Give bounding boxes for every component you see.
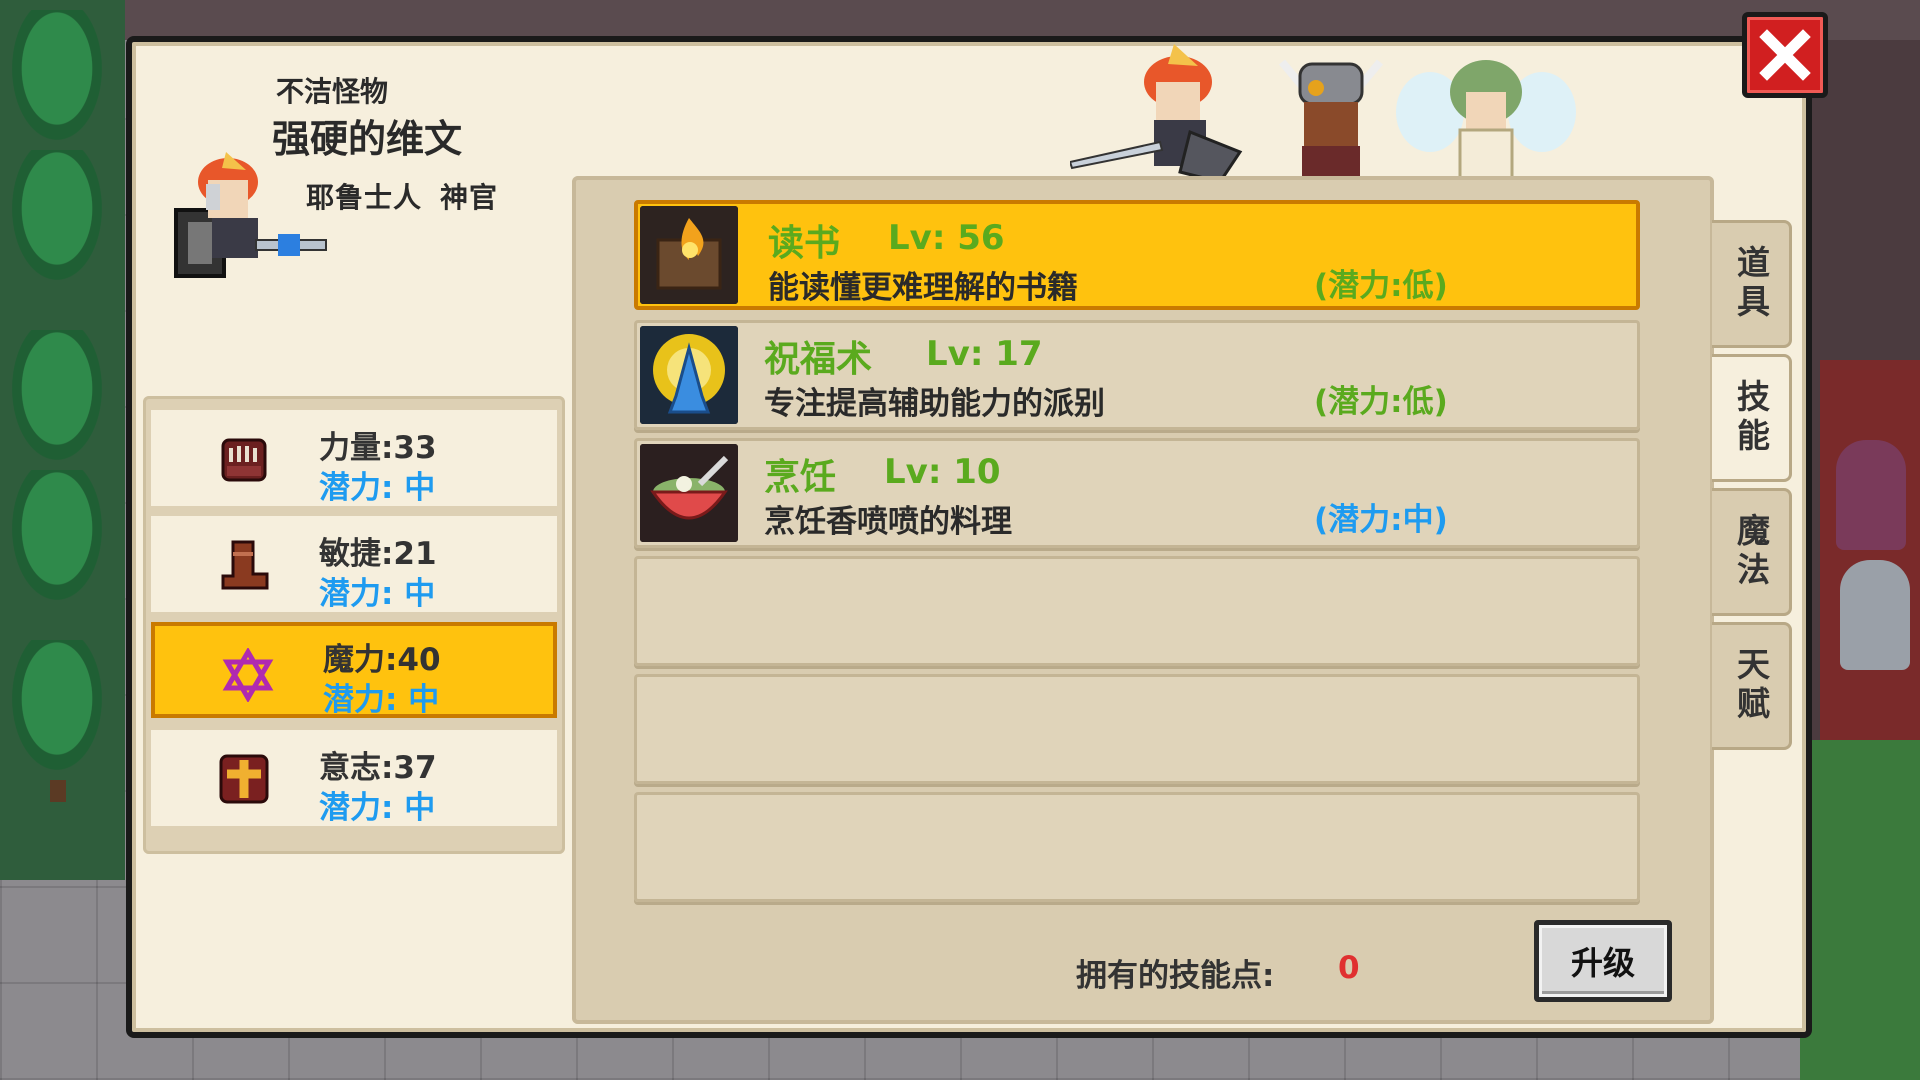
praying-hands-icon (640, 326, 738, 424)
stat-row-agility[interactable]: 敏捷:21 潜力: 中 (151, 516, 557, 612)
skill-slot-empty (634, 556, 1640, 666)
tree-icon (12, 640, 102, 770)
tree-icon (12, 150, 102, 280)
skills-panel: 读书 Lv: 56 能读懂更难理解的书籍 (潜力:低) 祝福术 Lv: 17 专… (572, 176, 1714, 1024)
stat-row-magic[interactable]: 魔力:40 潜力: 中 (151, 622, 557, 718)
stat-name: 敏捷:21 (319, 536, 437, 572)
background-wall-top (0, 0, 1920, 40)
skill-level: Lv: 56 (888, 218, 1005, 258)
skill-slot-empty (634, 674, 1640, 784)
skill-slot-reading[interactable]: 读书 Lv: 56 能读懂更难理解的书籍 (潜力:低) (634, 200, 1640, 310)
skill-slot-cooking[interactable]: 烹饪 Lv: 10 烹饪香喷喷的料理 (潜力:中) (634, 438, 1640, 548)
stat-name: 力量:33 (319, 430, 437, 466)
book-fire-icon (640, 206, 738, 304)
boot-icon (217, 538, 271, 592)
close-icon (1759, 29, 1811, 81)
skill-potential: (潜力:低) (1314, 268, 1448, 304)
stat-row-strength[interactable]: 力量:33 潜力: 中 (151, 410, 557, 506)
skill-slot-empty (634, 792, 1640, 902)
skill-name: 祝福术 (764, 339, 873, 380)
cross-shield-icon (217, 752, 271, 806)
tab-label: 道具 (1731, 245, 1771, 323)
tab-skills[interactable]: 技能 (1712, 354, 1792, 482)
skill-name: 读书 (768, 223, 841, 264)
background-rug (1820, 360, 1920, 740)
skill-potential: (潜力:低) (1314, 384, 1448, 420)
skill-description: 烹饪香喷喷的料理 (764, 504, 1012, 540)
fist-icon (217, 432, 271, 486)
tree-icon (12, 470, 102, 600)
food-bowl-icon (640, 444, 738, 542)
skill-level: Lv: 17 (926, 334, 1043, 374)
skill-description: 专注提高辅助能力的派别 (764, 386, 1105, 422)
skill-name: 烹饪 (764, 457, 837, 498)
background-forest (0, 0, 125, 880)
skill-potential: (潜力:中) (1314, 502, 1448, 538)
upgrade-button[interactable]: 升级 (1534, 920, 1672, 1002)
skill-slot-blessing[interactable]: 祝福术 Lv: 17 专注提高辅助能力的派别 (潜力:低) (634, 320, 1640, 430)
tree-icon (12, 10, 102, 140)
character-title: 不洁怪物 (276, 75, 389, 108)
npc-sprite (1836, 440, 1906, 550)
tab-items[interactable]: 道具 (1712, 220, 1792, 348)
character-sprite (174, 152, 327, 278)
skill-description: 能读懂更难理解的书籍 (768, 270, 1078, 306)
character-class: 神官 (440, 181, 499, 214)
npc-knight-sprite (1840, 560, 1910, 670)
tree-trunk (50, 780, 66, 802)
party-fairy-sprite (1396, 60, 1576, 182)
stat-potential: 潜力: 中 (323, 682, 440, 718)
party-viking-sprite (1278, 59, 1384, 182)
party-priest-sprite (1070, 44, 1243, 184)
tab-talent[interactable]: 天赋 (1712, 622, 1792, 750)
stat-name: 魔力:40 (323, 642, 441, 678)
skill-points-value: 0 (1338, 950, 1360, 986)
tab-label: 技能 (1731, 379, 1771, 457)
skill-points-label: 拥有的技能点: (1076, 958, 1275, 994)
background-grass (1800, 740, 1920, 1080)
stat-potential: 潜力: 中 (319, 790, 436, 826)
tab-magic[interactable]: 魔法 (1712, 488, 1792, 616)
tree-icon (12, 330, 102, 460)
tab-label: 天赋 (1731, 647, 1771, 725)
stat-potential: 潜力: 中 (319, 470, 436, 506)
hexagram-icon (221, 648, 275, 702)
tab-label: 魔法 (1731, 513, 1771, 591)
stat-potential: 潜力: 中 (319, 576, 436, 612)
stat-row-will[interactable]: 意志:37 潜力: 中 (151, 730, 557, 826)
stats-panel: 力量:33 潜力: 中 敏捷:21 潜力: 中 魔力:40 潜力: 中 意志:3… (143, 396, 565, 854)
stat-name: 意志:37 (319, 750, 437, 786)
skill-level: Lv: 10 (884, 452, 1001, 492)
close-button[interactable] (1742, 12, 1828, 98)
